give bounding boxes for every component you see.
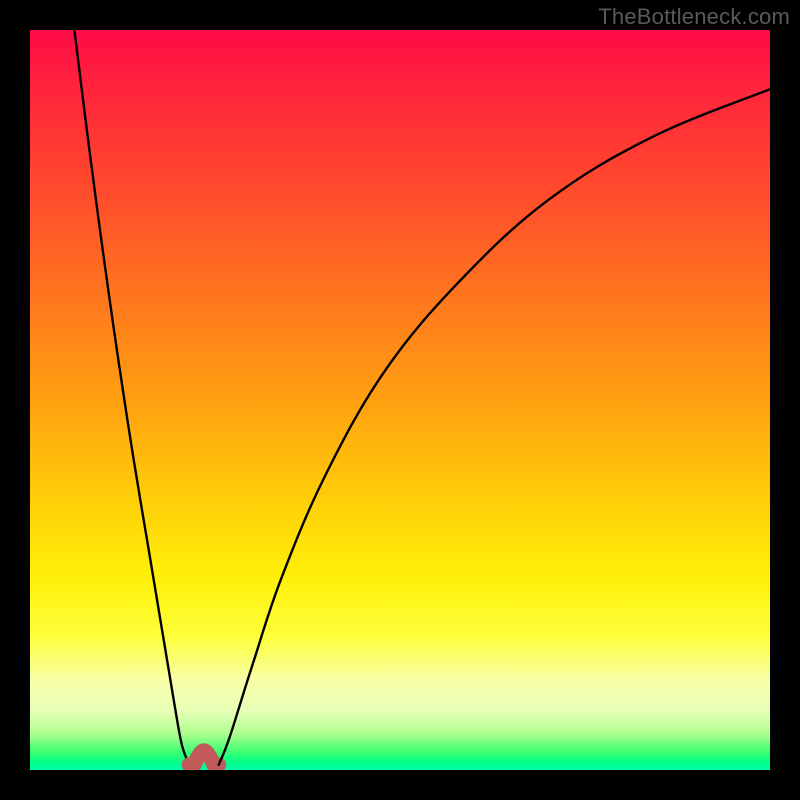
curve-left-curve xyxy=(74,30,189,765)
watermark-text: TheBottleneck.com xyxy=(598,4,790,30)
curve-right-curve xyxy=(219,89,770,765)
chart-plot-area xyxy=(30,30,770,770)
optimum-marker xyxy=(189,751,219,768)
chart-frame: TheBottleneck.com xyxy=(0,0,800,800)
chart-curves-svg xyxy=(30,30,770,770)
chart-curves-group xyxy=(74,30,770,767)
